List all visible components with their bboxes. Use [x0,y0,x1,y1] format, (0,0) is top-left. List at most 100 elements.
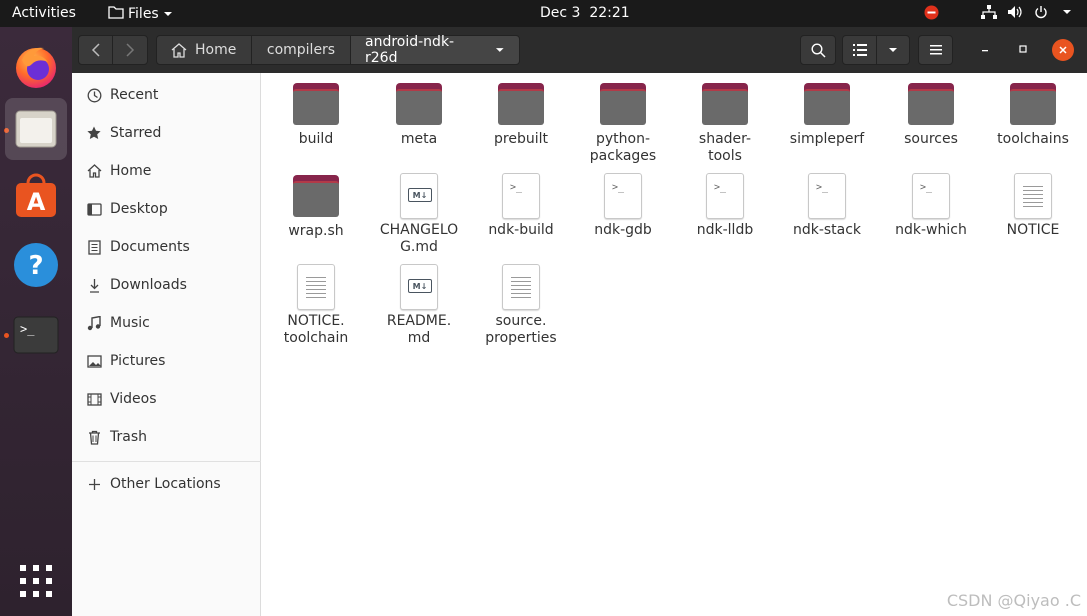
search-button[interactable] [800,35,836,65]
sidebar-item-label: Recent [110,87,159,103]
script-file-icon: >_ [706,173,744,219]
folder-icon [600,83,646,125]
desktop-icon [86,201,102,217]
file-item[interactable]: python- packages [571,83,675,165]
sidebar-item-label: Pictures [110,353,166,369]
help-launcher[interactable]: ? [5,234,67,296]
sidebar-item-starred[interactable]: Starred [72,116,261,150]
sidebar-item-home[interactable]: Home [72,154,261,188]
file-item[interactable]: >_ ndk-stack [775,173,879,239]
power-icon[interactable] [1033,4,1049,20]
volume-icon[interactable] [1007,4,1023,20]
sidebar-item-label: Trash [110,429,147,445]
folder-icon [293,175,339,217]
network-icon[interactable] [981,4,997,20]
activities-button[interactable]: Activities [12,5,76,21]
file-grid: build meta prebuilt python- packages sha… [262,73,1087,616]
files-window: Home compilers android-ndk-r26d Recent S… [72,27,1087,616]
file-item[interactable]: M↓ README. md [367,264,471,347]
breadcrumb-current[interactable]: android-ndk-r26d [350,34,520,66]
plus-icon [86,476,102,492]
terminal-launcher[interactable]: >_ [5,304,67,366]
do-not-disturb-icon[interactable] [923,4,939,20]
file-item[interactable]: >_ ndk-build [469,173,573,239]
chevron-down-icon[interactable] [1059,4,1075,20]
search-icon [810,42,826,58]
file-name: wrap.sh [288,223,344,239]
file-item[interactable]: meta [367,83,471,148]
chevron-down-icon [889,48,897,52]
file-item[interactable]: NOTICE [981,173,1085,239]
folder-icon [908,83,954,125]
file-item[interactable]: >_ ndk-gdb [571,173,675,239]
close-button[interactable] [1052,39,1074,61]
file-name: NOTICE. toolchain [283,313,349,346]
clock-time: 22:21 [589,5,630,21]
file-item[interactable]: prebuilt [469,83,573,148]
file-name: ndk-lldb [696,222,754,238]
sidebar-item-label: Starred [110,125,162,141]
file-item[interactable]: build [264,83,368,148]
chevron-left-icon [91,43,100,57]
sidebar-item-pictures[interactable]: Pictures [72,344,261,378]
file-item[interactable]: >_ ndk-which [879,173,983,239]
back-button[interactable] [78,35,113,65]
files-launcher[interactable] [5,98,67,160]
app-menu[interactable]: Files [108,5,173,23]
list-view-button[interactable] [842,35,877,65]
minimize-button[interactable] [978,42,992,56]
sidebar-item-desktop[interactable]: Desktop [72,192,261,226]
system-tray[interactable] [923,4,1075,20]
file-item[interactable]: M↓ CHANGELO G.md [367,173,471,256]
sidebar-item-music[interactable]: Music [72,306,261,340]
sidebar-item-documents[interactable]: Documents [72,230,261,264]
maximize-button[interactable] [1016,42,1030,56]
app-store-icon: A [16,173,56,217]
file-item[interactable]: NOTICE. toolchain [264,264,368,347]
music-icon [86,315,102,331]
app-menu-label: Files [128,6,159,22]
home-icon [86,163,102,179]
breadcrumb-label: Home [195,42,237,58]
file-name: ndk-gdb [594,222,652,238]
sidebar-item-videos[interactable]: Videos [72,382,261,416]
file-item[interactable]: wrap.sh [264,175,368,240]
svg-text:?: ? [28,251,43,281]
breadcrumb-compilers[interactable]: compilers [251,35,351,65]
file-item[interactable]: source. properties [469,264,573,347]
file-item[interactable]: toolchains [981,83,1085,148]
sidebar-item-downloads[interactable]: Downloads [72,268,261,302]
software-launcher[interactable]: A [5,166,67,228]
file-name: python- packages [589,131,657,164]
file-name: CHANGELO G.md [379,222,459,255]
file-item[interactable]: simpleperf [775,83,879,148]
file-item[interactable]: sources [879,83,983,148]
text-file-icon [297,264,335,310]
sidebar-item-other-locations[interactable]: Other Locations [72,467,261,501]
view-options-button[interactable] [876,35,910,65]
chevron-down-icon [163,6,173,22]
sidebar-item-recent[interactable]: Recent [72,78,261,112]
chevron-down-icon [496,48,505,52]
breadcrumb-home[interactable]: Home [156,35,252,65]
list-view-icon [852,44,867,56]
maximize-icon [1019,45,1027,53]
folder-icon [702,83,748,125]
breadcrumb-label: android-ndk-r26d [365,34,455,66]
show-apps-button[interactable] [5,550,67,612]
file-item[interactable]: shader- tools [673,83,777,165]
firefox-launcher[interactable] [5,35,67,97]
text-file-icon [502,264,540,310]
folder-icon [293,83,339,125]
picture-icon [86,353,102,369]
clock[interactable]: Dec 3 22:21 [540,5,630,21]
script-file-icon: >_ [502,173,540,219]
main-menu-button[interactable] [918,35,953,65]
script-file-icon: >_ [604,173,642,219]
chevron-right-icon [126,43,135,57]
breadcrumb-label: compilers [266,42,336,58]
file-item[interactable]: >_ ndk-lldb [673,173,777,239]
sidebar-item-trash[interactable]: Trash [72,420,261,454]
forward-button[interactable] [112,35,148,65]
sidebar: Recent Starred Home Desktop Documents Do… [72,73,261,616]
